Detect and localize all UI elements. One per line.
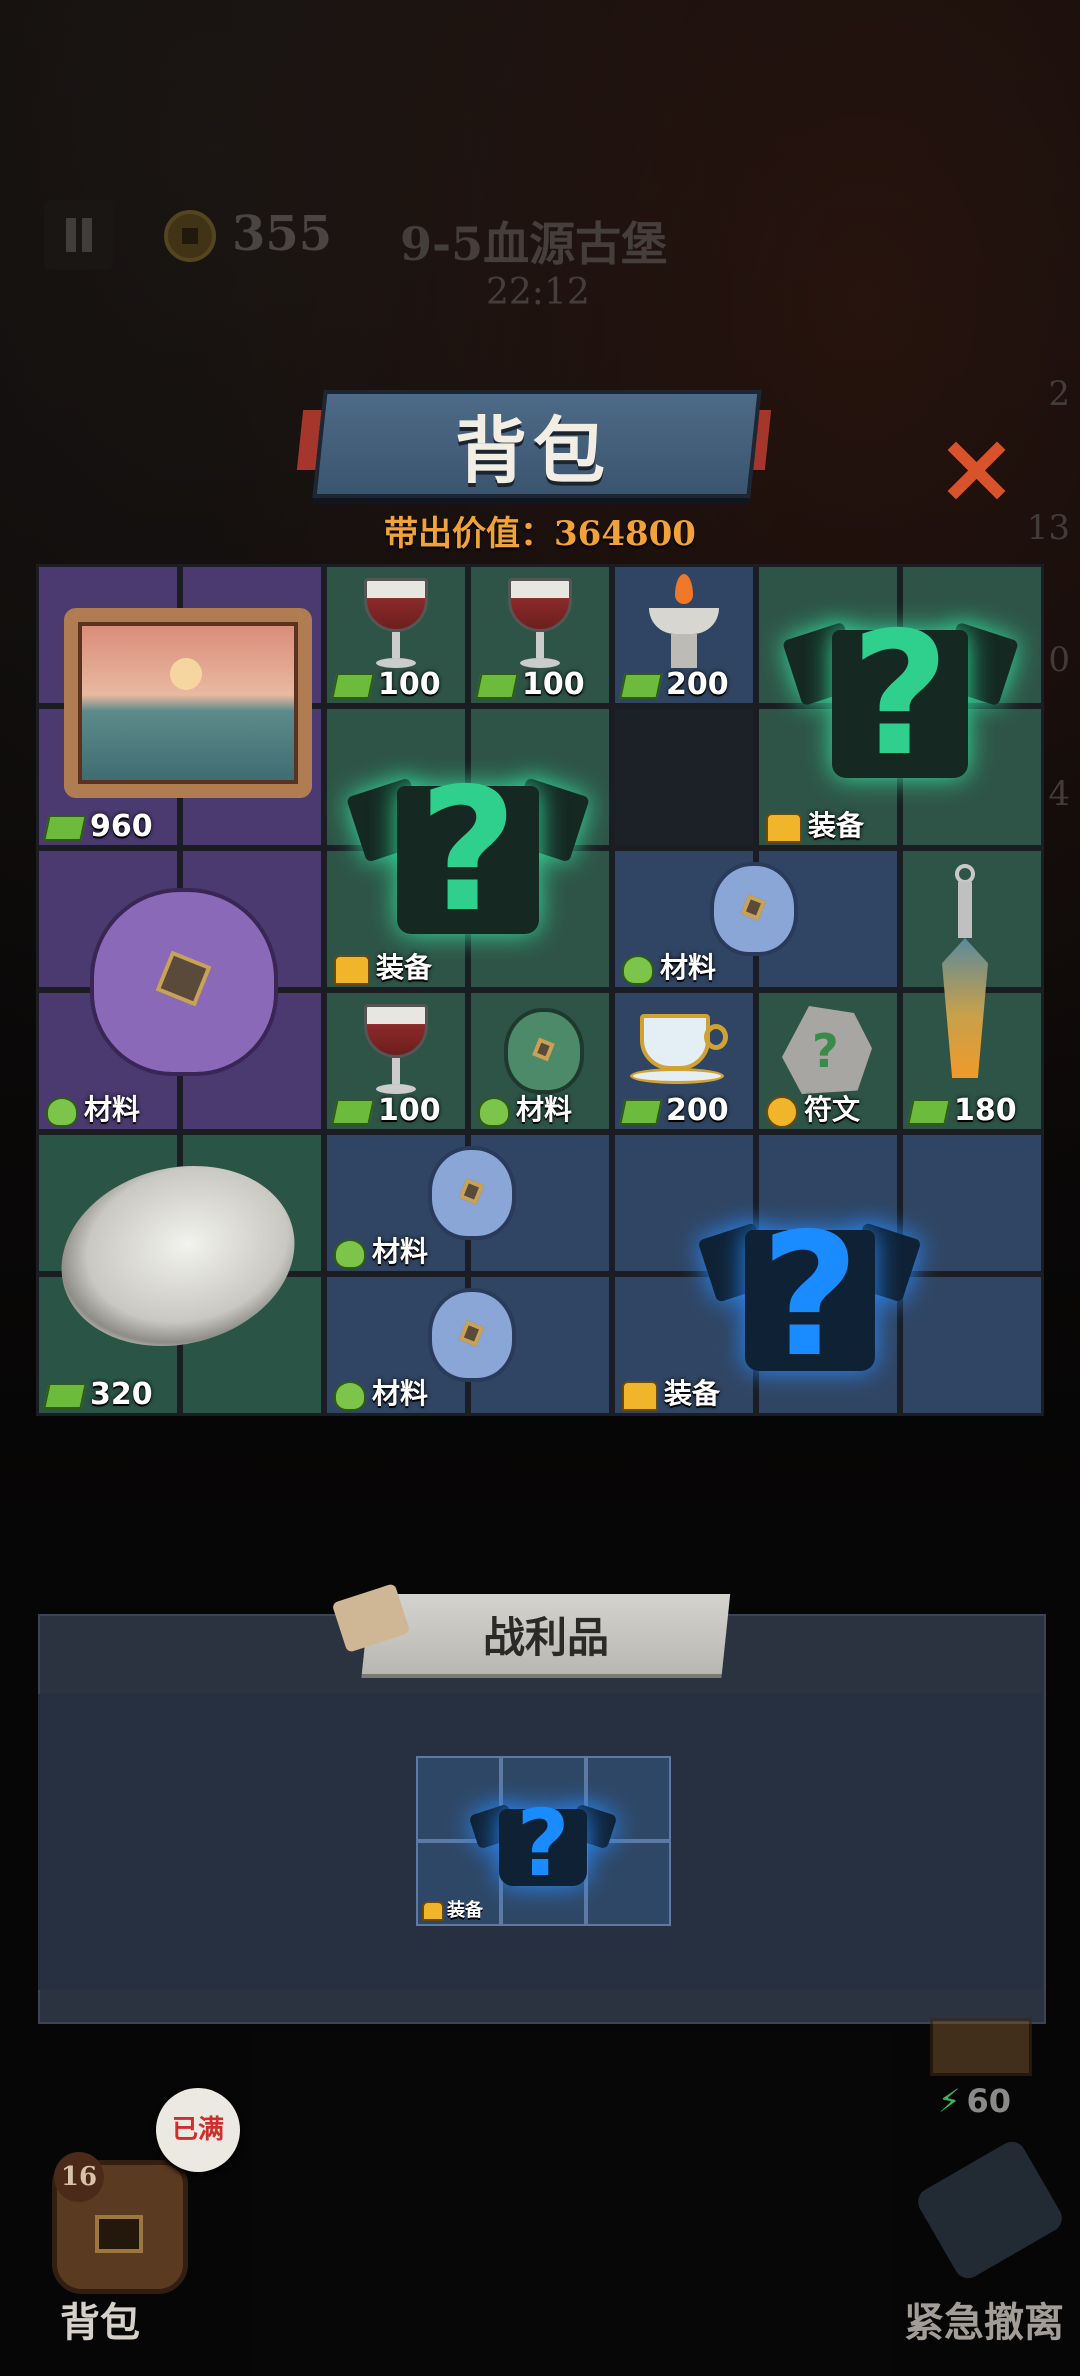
bag-full-badge: 已满 — [156, 2088, 240, 2172]
item-unknown-equipment[interactable]: ? 装备 — [324, 706, 612, 990]
item-material-pouch[interactable]: 材料 — [324, 1132, 612, 1274]
pouch-icon — [428, 1146, 516, 1240]
material-icon — [622, 954, 654, 985]
yin-yang-icon — [930, 2018, 1032, 2076]
material-icon — [478, 1096, 510, 1127]
money-icon — [619, 672, 663, 699]
lightning-icon: ⚡ — [938, 2082, 961, 2120]
pouch-icon — [504, 1008, 584, 1094]
item-dagger[interactable]: 180 — [900, 848, 1044, 1132]
dagger-icon — [942, 864, 988, 1084]
loot-title: 战利品 — [482, 1613, 609, 1662]
emergency-evacuate-button[interactable]: 紧急撤离 — [904, 2290, 1064, 2348]
item-tag: 材料 — [372, 1377, 429, 1410]
item-unknown-equipment[interactable]: ? 装备 — [612, 1132, 923, 1416]
item-price: 960 — [90, 809, 153, 844]
item-candle[interactable]: 200 — [612, 564, 756, 706]
item-tag: 符文 — [804, 1093, 861, 1126]
close-icon[interactable]: ✕ — [938, 426, 1015, 518]
item-tag: 材料 — [84, 1093, 141, 1126]
money-icon — [331, 672, 375, 699]
item-goblet[interactable]: 100 — [324, 990, 468, 1132]
item-tag: 装备 — [447, 1900, 483, 1921]
item-rune[interactable]: 符文 — [756, 990, 900, 1132]
rune-stone-icon — [782, 1006, 872, 1094]
equipment-icon — [422, 1901, 444, 1921]
rune-icon — [766, 1095, 798, 1128]
item-material-pouch[interactable]: 材料 — [324, 1274, 612, 1416]
item-material-pouch[interactable]: 材料 — [612, 848, 900, 990]
money-icon — [907, 1098, 951, 1125]
candle-icon — [649, 574, 719, 674]
item-tag: 装备 — [376, 951, 433, 984]
item-price: 200 — [666, 667, 729, 702]
item-tag: 材料 — [372, 1235, 429, 1268]
item-price: 200 — [666, 1093, 729, 1128]
grid-cell-empty[interactable] — [612, 706, 756, 848]
carry-value-label: 带出价值： — [384, 514, 555, 554]
backpack-grid: 960 100 100 200 ? 装备 ? 装备 材料 材料 100 材料 2… — [36, 564, 1044, 1416]
equipment-icon — [334, 954, 370, 985]
backpack-button-label[interactable]: 背包 — [60, 2290, 140, 2348]
grid-cell — [900, 1274, 1044, 1416]
mystery-shirt-icon: ? — [468, 1790, 618, 1894]
material-icon — [46, 1096, 78, 1127]
goblet-icon — [364, 1004, 428, 1104]
material-icon — [334, 1238, 366, 1269]
equipment-icon — [622, 1380, 658, 1411]
carry-value-amount: 364800 — [554, 514, 696, 554]
grid-cell — [900, 1132, 1044, 1274]
item-price: 320 — [90, 1377, 153, 1412]
goblet-icon — [508, 578, 572, 678]
pouch-icon — [710, 862, 798, 956]
item-unknown-equipment[interactable]: ? 装备 — [756, 564, 1044, 848]
pouch-icon — [428, 1288, 516, 1382]
mystery-shirt-icon: ? — [781, 594, 1019, 794]
goblet-icon — [364, 578, 428, 678]
item-goblet[interactable]: 100 — [468, 564, 612, 706]
item-tag: 装备 — [808, 809, 865, 842]
mystery-shirt-icon: ? — [697, 1196, 923, 1386]
platter-icon — [42, 1142, 314, 1370]
material-icon — [334, 1380, 366, 1411]
item-material-pouch[interactable]: 材料 — [36, 848, 324, 1132]
pouch-icon — [90, 888, 278, 1076]
item-tag: 材料 — [516, 1093, 573, 1126]
item-goblet[interactable]: 100 — [324, 564, 468, 706]
money-icon — [43, 814, 87, 841]
energy-count: ⚡ 60 — [938, 2082, 1011, 2120]
money-icon — [331, 1098, 375, 1125]
item-tag: 材料 — [660, 951, 717, 984]
energy-value: 60 — [966, 2082, 1011, 2120]
money-icon — [619, 1098, 663, 1125]
bag-count-badge: 16 — [54, 2152, 104, 2202]
carry-value: 带出价值：364800 — [0, 506, 1080, 555]
item-silver-platter[interactable]: 320 — [36, 1132, 324, 1416]
item-material-pouch[interactable]: 材料 — [468, 990, 612, 1132]
item-price: 100 — [378, 667, 441, 702]
item-teacup[interactable]: 200 — [612, 990, 756, 1132]
money-icon — [475, 672, 519, 699]
painting-icon — [64, 608, 312, 798]
mystery-shirt-icon: ? — [345, 750, 591, 950]
equipment-icon — [766, 812, 802, 843]
backpack-title: 背包 — [454, 408, 611, 493]
loot-item-unknown-equipment[interactable]: ? 装备 — [416, 1756, 670, 1926]
item-tag: 装备 — [664, 1377, 721, 1410]
item-painting[interactable]: 960 — [36, 564, 324, 848]
item-price: 100 — [522, 667, 585, 702]
teacup-icon — [630, 1014, 730, 1084]
item-price: 180 — [954, 1093, 1017, 1128]
money-icon — [43, 1382, 87, 1409]
item-price: 100 — [378, 1093, 441, 1128]
